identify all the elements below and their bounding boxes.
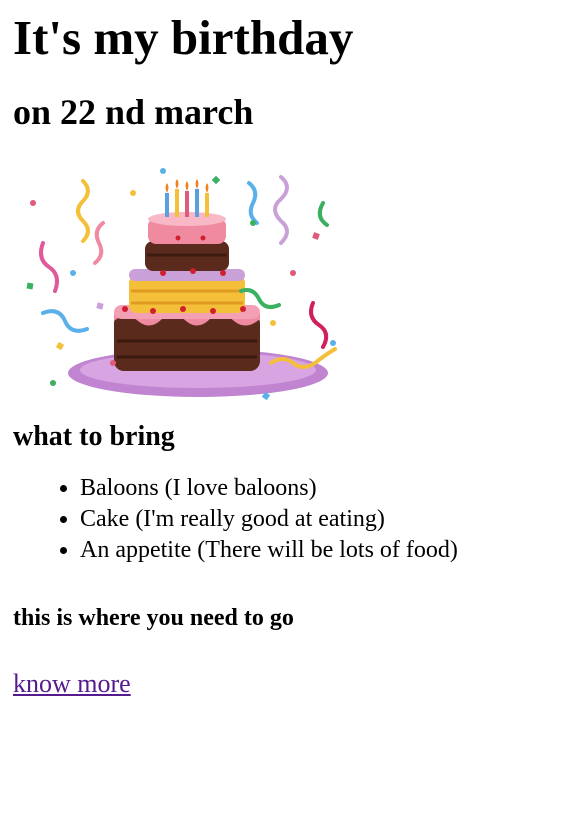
- list-item: Cake (I'm really good at eating): [80, 504, 568, 535]
- list-item: Baloons (I love baloons): [80, 473, 568, 504]
- page-title: It's my birthday: [13, 10, 354, 65]
- directions-title: this is where you need to go: [13, 605, 294, 631]
- bring-list: Baloons (I love baloons) Cake (I'm reall…: [13, 473, 568, 566]
- birthday-cake-image: [13, 163, 349, 408]
- candles: [165, 179, 209, 217]
- page-subtitle: on 22 nd march: [13, 92, 254, 132]
- bring-section-title: what to bring: [13, 421, 175, 452]
- page-content: It's my birthday on 22 nd march what to …: [0, 0, 576, 699]
- know-more-link[interactable]: know more: [13, 669, 131, 699]
- list-item: An appetite (There will be lots of food): [80, 535, 568, 566]
- cake-illustration: [26, 168, 337, 401]
